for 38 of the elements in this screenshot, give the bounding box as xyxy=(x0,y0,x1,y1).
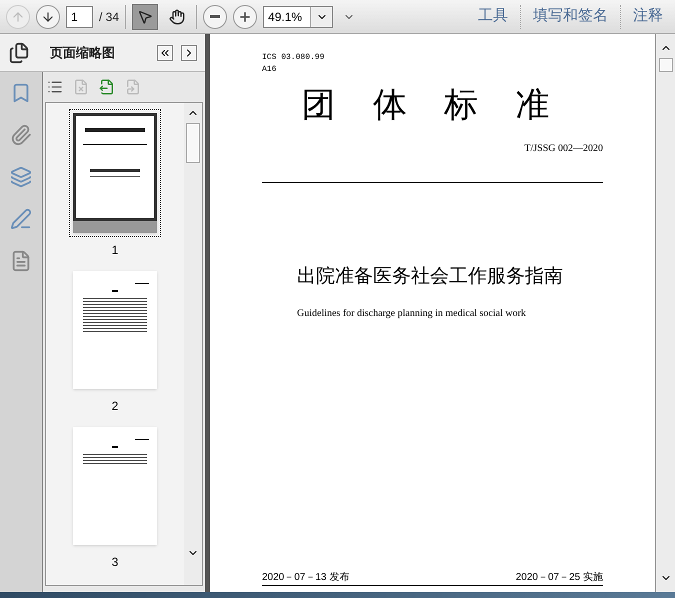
expand-button[interactable] xyxy=(181,44,197,60)
arrow-down-icon xyxy=(41,10,55,24)
extract-page-icon[interactable] xyxy=(99,79,115,95)
zoom-dropdown[interactable]: 49.1% xyxy=(263,6,334,28)
document-subtitle: Guidelines for discharge planning in medical social work xyxy=(297,306,527,320)
page-icon[interactable] xyxy=(10,250,32,272)
plus-icon xyxy=(238,10,252,24)
document-scrollbar[interactable] xyxy=(655,34,675,592)
toolbar-link[interactable]: 填写和签名 xyxy=(527,5,614,28)
collapse-button[interactable] xyxy=(157,44,173,60)
class-code: A16 xyxy=(262,64,278,76)
paperclip-icon[interactable] xyxy=(10,124,32,146)
zoom-out-button[interactable] xyxy=(203,4,228,28)
hand-icon xyxy=(169,8,186,24)
toolbar-link[interactable]: 工具 xyxy=(472,5,514,28)
scroll-thumb xyxy=(658,58,672,72)
page-number: 1 xyxy=(112,242,118,259)
ics-code: ICS 03.080.99 xyxy=(262,52,326,64)
document-title: 出院准备医务社会工作服务指南 xyxy=(297,265,564,289)
panel-title: 页面缩略图 xyxy=(50,44,115,62)
vertical-scrollbar[interactable] xyxy=(184,103,202,585)
document-heading: 团 体 标 准 xyxy=(301,85,564,126)
zoom-in-button[interactable] xyxy=(233,4,258,28)
page-total: / 34 xyxy=(99,8,120,26)
publish-date: 2020－07－13 发布 xyxy=(262,571,350,585)
effective-date: 2020－07－25 实施 xyxy=(516,570,603,585)
page-number: 2 xyxy=(112,398,118,415)
scroll-thumb xyxy=(186,123,200,163)
minus-icon xyxy=(210,15,220,18)
standard-number: T/JSSG 002—2020 xyxy=(524,142,603,156)
page-number: 3 xyxy=(112,554,118,571)
cursor-icon xyxy=(137,8,154,24)
options-icon[interactable] xyxy=(47,79,63,95)
select-tool-button[interactable] xyxy=(132,4,158,30)
pages-icon xyxy=(8,42,30,64)
page-number-field[interactable]: 1 xyxy=(66,6,93,28)
next-page-button[interactable] xyxy=(36,4,60,28)
toolbar-link[interactable]: 注释 xyxy=(627,5,669,28)
